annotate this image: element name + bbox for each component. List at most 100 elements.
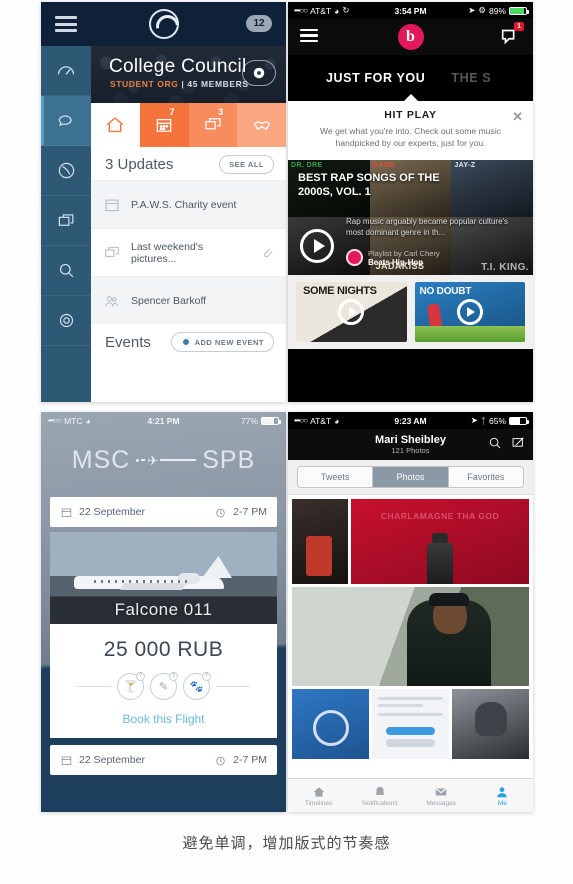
- hero-settings-button[interactable]: [242, 60, 276, 86]
- play-icon[interactable]: [300, 228, 334, 263]
- wifi-pen-icon[interactable]: ✎?: [150, 672, 178, 700]
- hamburger-icon[interactable]: [55, 16, 77, 32]
- tab-notifications[interactable]: Notifications: [349, 779, 410, 812]
- tab-me[interactable]: Me: [472, 779, 533, 812]
- featured-title: BEST RAP SONGS OF THE 2000S, VOL. 1: [298, 171, 440, 198]
- flight-datetime-bar-top[interactable]: 22 September 2-7 PM: [50, 497, 277, 527]
- drink-icon[interactable]: 🍸?: [117, 672, 145, 700]
- hit-play-promo: ✕ HIT PLAY We get what you're into. Chec…: [288, 101, 533, 160]
- battery-label: 89%: [488, 5, 506, 16]
- divider-right: [216, 686, 250, 687]
- sidebar-item-search[interactable]: [41, 246, 91, 296]
- amenity-badge: ?: [136, 672, 145, 681]
- album-some-nights[interactable]: SOME NIGHTS: [296, 281, 407, 342]
- photo-charlamagne[interactable]: CHARLAMAGNE THA GOD: [351, 499, 529, 584]
- book-flight-button[interactable]: Book this Flight: [50, 712, 277, 726]
- tab-home[interactable]: [91, 103, 140, 147]
- update-row-1[interactable]: P.A.W.S. Charity event: [91, 180, 286, 228]
- album-row: SOME NIGHTS NO DOUBT: [288, 274, 533, 349]
- sidebar-item-globe[interactable]: [41, 146, 91, 196]
- events-title: Events: [105, 333, 151, 351]
- panel-beats-music: •••○○ AT&T ◕ ↻ 3:54 PM ➤ ⚙ 89% 1 JUST FO…: [288, 2, 533, 402]
- tab-just-for-you[interactable]: JUST FOR YOU: [326, 71, 425, 85]
- page-title: College Council: [109, 56, 247, 77]
- route-destination: SPB: [202, 445, 256, 474]
- status-right: ➤ ᛏ 65%: [471, 415, 529, 426]
- beats-logo-icon: [397, 24, 424, 50]
- calendar-icon: [103, 196, 121, 214]
- tab-chat[interactable]: 3: [188, 103, 238, 147]
- tab-messages[interactable]: Messages: [411, 779, 472, 812]
- see-all-button[interactable]: SEE ALL: [219, 155, 274, 174]
- tab-timelines[interactable]: Timelines: [288, 779, 349, 812]
- flight-amenities: 🍸? ✎? 🐾?: [50, 672, 277, 700]
- promo-body: We get what you're into. Check out some …: [319, 126, 502, 149]
- segment-tweets[interactable]: Tweets: [298, 467, 374, 487]
- tab-calendar[interactable]: 7: [139, 103, 189, 147]
- calendar-icon: [61, 508, 72, 517]
- panel-college-council: 12 College Council STUDENT ORG | 45 MEMB…: [41, 2, 286, 402]
- notification-count-badge: 1: [514, 22, 524, 31]
- time-group: 2-7 PM: [214, 506, 267, 519]
- segment-photos[interactable]: Photos: [373, 467, 449, 487]
- photo-screenshot[interactable]: [372, 689, 449, 759]
- photo-grid-row-3: [292, 689, 529, 759]
- people-icon: [103, 292, 121, 310]
- flight-route: MSC ✈ SPB: [41, 429, 286, 491]
- flight-background: •••○○ MTC ◕ 4:21 PM 77% MSC ✈ SPB 22 Sep…: [41, 412, 286, 812]
- envelope-icon: [435, 787, 447, 795]
- attachment-icon[interactable]: [259, 244, 274, 262]
- flight-datetime-bar-bottom[interactable]: 22 September 2-7 PM: [50, 745, 277, 775]
- update-row-2[interactable]: Last weekend's pictures...: [91, 228, 286, 276]
- photo-street-portrait[interactable]: [292, 587, 529, 686]
- sidebar-item-messages[interactable]: [41, 96, 91, 146]
- panel-twitter-profile: •••○○ AT&T ◕ 9:23 AM ➤ ᛏ 65% Mari Sheibl…: [288, 412, 533, 812]
- flight-time-top: 2-7 PM: [233, 506, 267, 518]
- battery-icon: [261, 416, 281, 425]
- playlist-disc-icon: [346, 249, 363, 267]
- photo-tshirt[interactable]: [292, 689, 369, 759]
- bluetooth-icon: ᛏ: [480, 415, 486, 426]
- photo-desk[interactable]: [292, 499, 348, 584]
- close-icon[interactable]: ✕: [512, 109, 523, 125]
- flight-price-card: 25 000 RUB 🍸? ✎? 🐾? Book this Flight: [50, 624, 277, 738]
- divider-left: [77, 686, 111, 687]
- featured-playlist-card[interactable]: DR. DRE GAME JAY-Z JADAKISS T.I. KING. B…: [288, 159, 533, 275]
- home-icon: [107, 117, 124, 133]
- add-new-event-button[interactable]: ADD NEW EVENT: [170, 332, 274, 352]
- tab-the-sentence[interactable]: THE S: [451, 71, 491, 85]
- hamburger-icon[interactable]: [300, 28, 318, 46]
- tab-handshake[interactable]: [237, 103, 286, 147]
- album-no-doubt[interactable]: NO DOUBT: [414, 281, 525, 342]
- sidebar-item-cards[interactable]: [41, 196, 91, 246]
- search-icon[interactable]: [488, 436, 502, 455]
- update-row-2-text: Last weekend's pictures...: [131, 240, 204, 265]
- notification-count-badge[interactable]: 12: [246, 15, 272, 32]
- gear-icon: [59, 313, 73, 328]
- compose-icon[interactable]: [511, 436, 525, 455]
- play-icon[interactable]: [338, 298, 365, 325]
- sync-icon: ↻: [342, 5, 350, 15]
- update-row-3[interactable]: Spencer Barkoff: [91, 276, 286, 324]
- collage-tile-3-label: JAY-Z: [454, 161, 476, 169]
- tab-timelines-label: Timelines: [304, 799, 333, 807]
- notification-icon[interactable]: 1: [499, 22, 524, 47]
- chat-icon: [103, 244, 121, 262]
- beats-nav-bar: 1: [288, 19, 533, 55]
- mockup-board: 12 College Council STUDENT ORG | 45 MEMB…: [0, 0, 573, 884]
- photo-grid-row-1: CHARLAMAGNE THA GOD: [292, 499, 529, 584]
- sidebar-item-settings[interactable]: [41, 296, 91, 346]
- featured-description: Rap music arguably became popular cultur…: [346, 217, 509, 238]
- college-topbar: 12: [41, 2, 286, 46]
- pet-icon[interactable]: 🐾?: [183, 672, 211, 700]
- play-icon[interactable]: [456, 298, 483, 325]
- photo-statue[interactable]: [452, 689, 529, 759]
- promo-title: HIT PLAY: [384, 109, 437, 121]
- sidebar-item-dashboard[interactable]: [41, 46, 91, 96]
- handshake-icon: [253, 120, 270, 131]
- hero-org: STUDENT ORG: [110, 79, 179, 89]
- gear-icon: [253, 67, 265, 79]
- alarm-clock-icon: [216, 508, 225, 517]
- alarm-clock-icon: [216, 756, 225, 765]
- segment-favorites[interactable]: Favorites: [448, 467, 523, 487]
